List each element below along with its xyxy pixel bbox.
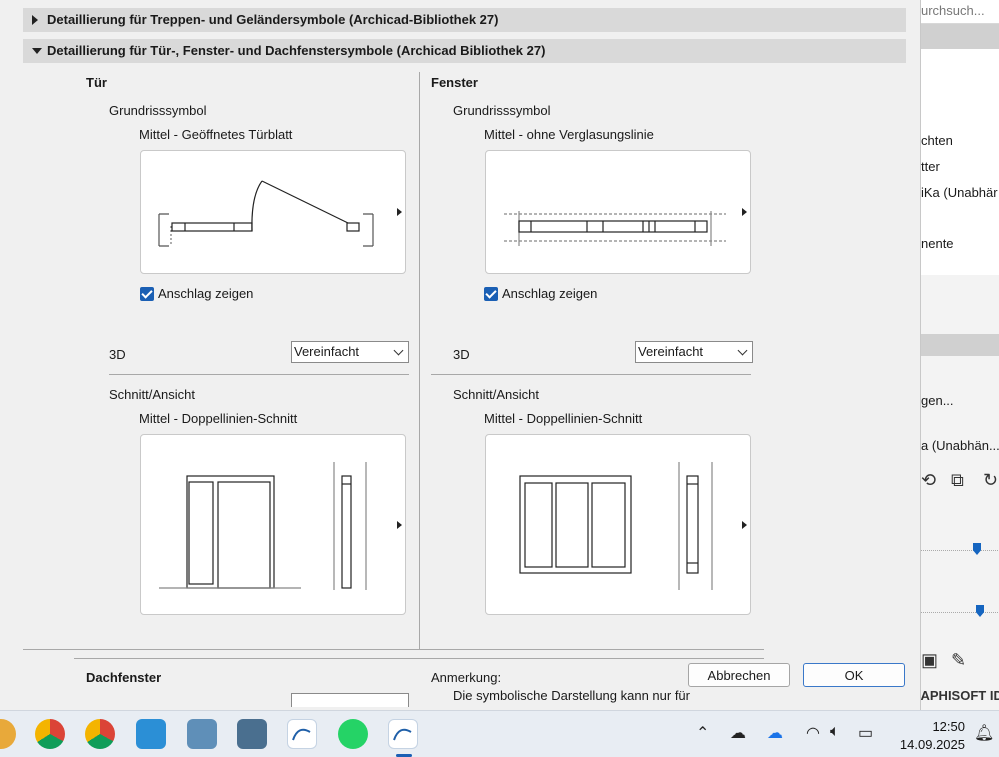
refresh-icon[interactable]: ⟲ bbox=[921, 470, 936, 491]
wifi-icon[interactable]: ◠ bbox=[806, 723, 820, 743]
background-application: urchsuch... chten tter iKa (Unabhär nent… bbox=[920, 0, 999, 710]
calculator-icon[interactable] bbox=[237, 719, 267, 749]
settings-dialog: Detaillierung für Treppen- und Geländers… bbox=[6, 0, 920, 710]
whatsapp-icon[interactable] bbox=[338, 719, 368, 749]
section-header-stairs[interactable]: Detaillierung für Treppen- und Geländers… bbox=[23, 8, 906, 32]
window-3d-label: 3D bbox=[453, 347, 470, 362]
window-3d-select[interactable]: Vereinfacht bbox=[635, 341, 753, 363]
divider bbox=[431, 374, 751, 375]
window-anschlag-checkbox[interactable] bbox=[484, 287, 498, 301]
onedrive-icon[interactable]: ☁ bbox=[767, 723, 783, 743]
edit-icon[interactable]: ✎ bbox=[951, 650, 966, 671]
battery-icon[interactable]: ▭ bbox=[858, 723, 873, 743]
background-list-item[interactable]: nente bbox=[921, 236, 954, 251]
background-header-band bbox=[921, 24, 999, 49]
archicad-icon[interactable] bbox=[287, 719, 317, 749]
remote-desktop-icon[interactable] bbox=[187, 719, 217, 749]
chrome-icon[interactable] bbox=[85, 719, 115, 749]
brand-text: GRAPHISOFT ID bbox=[920, 688, 999, 703]
door-title: Tür bbox=[86, 75, 107, 90]
section-header-doors-windows[interactable]: Detaillierung für Tür-, Fenster- und Dac… bbox=[23, 39, 906, 63]
door-section-preview[interactable] bbox=[140, 434, 406, 615]
swap-icon[interactable]: ⧉ bbox=[951, 470, 964, 491]
archicad-active-icon[interactable] bbox=[388, 719, 418, 749]
note-label: Anmerkung: bbox=[431, 670, 502, 685]
notification-icon[interactable]: 🔔︎ bbox=[974, 723, 994, 743]
cloud-icon[interactable]: ☁ bbox=[730, 723, 746, 743]
door-plan-label: Grundrisssymbol bbox=[109, 103, 207, 118]
stack-app-icon[interactable] bbox=[136, 719, 166, 749]
divider bbox=[109, 374, 409, 375]
divider bbox=[74, 658, 764, 659]
door-3d-label: 3D bbox=[109, 347, 126, 362]
door-anschlag-checkbox[interactable] bbox=[140, 287, 154, 301]
partial-app-icon[interactable] bbox=[0, 719, 16, 749]
window-section-preview[interactable] bbox=[485, 434, 751, 615]
volume-icon[interactable]: 🔈︎ bbox=[830, 723, 840, 741]
divider bbox=[23, 649, 764, 650]
clock-date[interactable]: 14.09.2025 bbox=[900, 737, 965, 752]
preview-arrow-icon[interactable] bbox=[742, 521, 747, 529]
window-section-drawing bbox=[519, 462, 713, 590]
background-list-item[interactable]: iKa (Unabhär bbox=[921, 185, 998, 200]
chevron-down-icon bbox=[393, 345, 404, 356]
window-plan-value: Mittel - ohne Verglasungslinie bbox=[484, 127, 654, 142]
preview-arrow-icon[interactable] bbox=[397, 208, 402, 216]
preview-arrow-icon[interactable] bbox=[397, 521, 402, 529]
background-lower-item[interactable]: gen... bbox=[921, 393, 954, 408]
ok-button[interactable]: OK bbox=[803, 663, 905, 687]
cancel-button[interactable]: Abbrechen bbox=[688, 663, 790, 687]
collapse-triangle-icon bbox=[32, 48, 42, 54]
archicad-logo bbox=[393, 728, 412, 741]
window-section-value: Mittel - Doppellinien-Schnitt bbox=[484, 411, 643, 426]
door-section-drawing bbox=[159, 462, 367, 590]
chevron-down-icon bbox=[737, 345, 748, 356]
preview-arrow-icon[interactable] bbox=[742, 208, 747, 216]
expand-triangle-icon bbox=[32, 15, 38, 25]
search-text: urchsuch... bbox=[921, 3, 985, 18]
archicad-logo bbox=[292, 728, 311, 741]
section-title: Detaillierung für Treppen- und Geländers… bbox=[47, 12, 499, 27]
slider-thumb[interactable] bbox=[973, 543, 981, 555]
select-value: Vereinfacht bbox=[294, 344, 360, 359]
skylight-select[interactable] bbox=[291, 693, 409, 707]
chevron-up-icon[interactable]: ⌃ bbox=[696, 723, 709, 743]
background-list-item[interactable]: chten bbox=[921, 133, 953, 148]
door-plan-drawing bbox=[158, 180, 374, 247]
layout-icon[interactable]: ▣ bbox=[921, 650, 938, 671]
background-search-field[interactable]: urchsuch... bbox=[921, 0, 999, 24]
door-section-label: Schnitt/Ansicht bbox=[109, 387, 195, 402]
note-text: Die symbolische Darstellung kann nur für bbox=[453, 688, 690, 703]
background-lower-item[interactable]: a (Unabhän... bbox=[921, 438, 999, 453]
door-3d-select[interactable]: Vereinfacht bbox=[291, 341, 409, 363]
window-plan-preview[interactable] bbox=[485, 150, 751, 274]
chrome-icon[interactable] bbox=[35, 719, 65, 749]
door-section-value: Mittel - Doppellinien-Schnitt bbox=[139, 411, 298, 426]
window-plan-label: Grundrisssymbol bbox=[453, 103, 551, 118]
select-value: Vereinfacht bbox=[638, 344, 704, 359]
skylight-title: Dachfenster bbox=[86, 670, 162, 685]
clock-time[interactable]: 12:50 bbox=[932, 719, 965, 734]
background-band bbox=[921, 334, 999, 356]
background-slider[interactable] bbox=[921, 550, 999, 552]
window-section-label: Schnitt/Ansicht bbox=[453, 387, 539, 402]
rotate-icon[interactable]: ↻ bbox=[983, 470, 998, 491]
section-title: Detaillierung für Tür-, Fenster- und Dac… bbox=[47, 43, 546, 58]
window-title: Fenster bbox=[431, 75, 478, 90]
window-plan-drawing bbox=[504, 211, 726, 246]
door-anschlag-label: Anschlag zeigen bbox=[158, 286, 254, 301]
door-plan-value: Mittel - Geöffnetes Türblatt bbox=[139, 127, 293, 142]
background-list-item[interactable]: tter bbox=[921, 159, 940, 174]
column-divider bbox=[419, 72, 420, 650]
slider-thumb[interactable] bbox=[976, 605, 984, 617]
door-plan-preview[interactable] bbox=[140, 150, 406, 274]
taskbar: ⌃ ☁ ☁ ◠ 🔈︎ ▭ 12:50 14.09.2025 🔔︎ bbox=[0, 710, 999, 757]
background-slider[interactable] bbox=[921, 612, 999, 614]
window-anschlag-label: Anschlag zeigen bbox=[502, 286, 598, 301]
